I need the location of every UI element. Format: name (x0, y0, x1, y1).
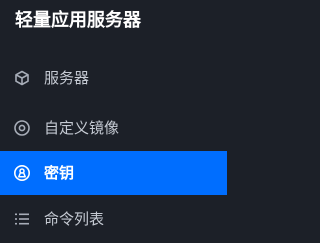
sidebar-item-label: 命令列表 (44, 210, 105, 228)
sidebar-item-custom-image[interactable]: 自定义镜像 (0, 106, 227, 150)
sidebar-item-command-list[interactable]: 命令列表 (0, 197, 227, 241)
sidebar-item-label: 服务器 (44, 69, 90, 87)
sidebar-item-label: 密钥 (44, 164, 75, 182)
sidebar-item-label: 自定义镜像 (44, 119, 120, 137)
list-icon (13, 210, 31, 228)
sidebar-item-server[interactable]: 服务器 (0, 56, 227, 100)
sidebar-title: 轻量应用服务器 (15, 10, 141, 31)
key-icon (13, 164, 31, 182)
sidebar-item-keys[interactable]: 密钥 (0, 151, 227, 195)
sidebar: 轻量应用服务器 服务器 自定义镜像 密钥 命令列表 (0, 0, 227, 243)
disc-icon (13, 119, 31, 137)
server-icon (13, 69, 31, 87)
